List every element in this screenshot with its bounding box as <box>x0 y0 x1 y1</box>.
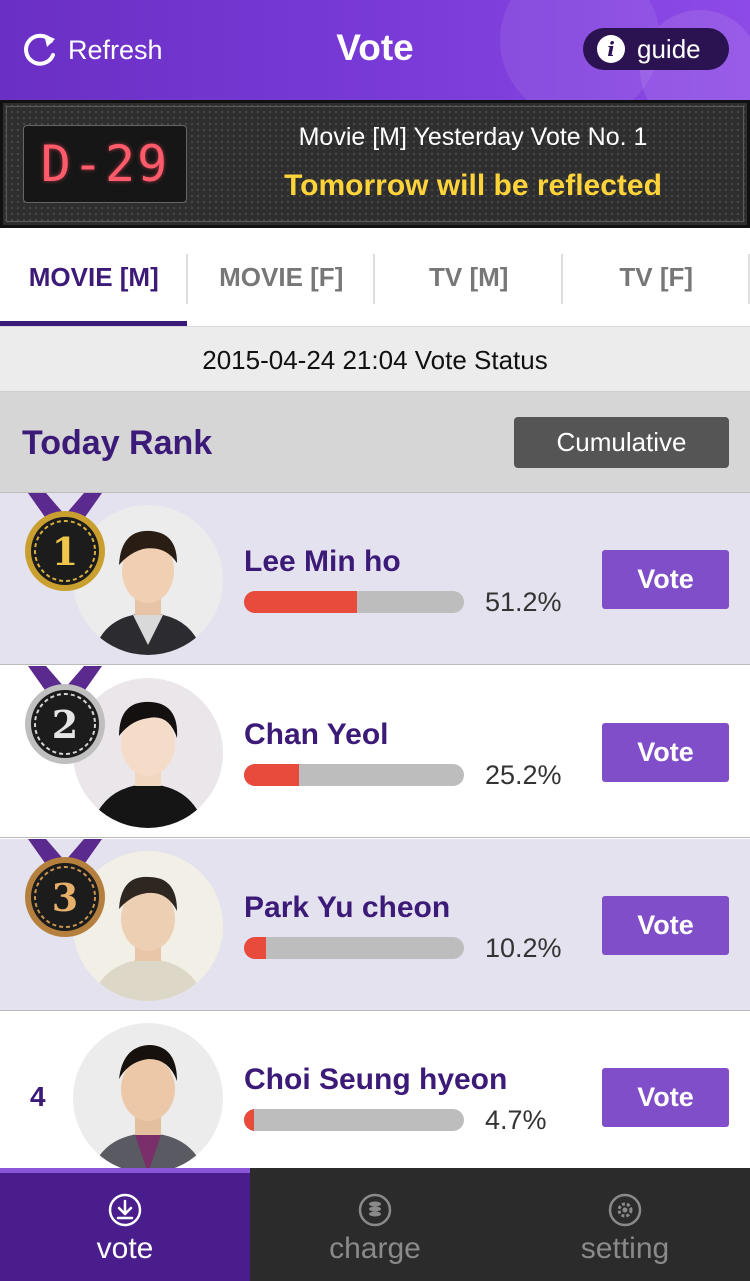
cumulative-button[interactable]: Cumulative <box>514 417 729 468</box>
nav-label: vote <box>96 1232 154 1265</box>
tab-label: TV [F] <box>619 261 694 292</box>
vote-progress-fill <box>244 764 300 786</box>
vote-button[interactable]: Vote <box>602 723 729 782</box>
vote-progress-fill <box>244 591 357 613</box>
vote-progress-bar <box>244 764 464 786</box>
medal-number: 1 <box>52 529 78 574</box>
nav-charge[interactable]: charge <box>250 1168 500 1281</box>
vote-button[interactable]: Vote <box>602 896 729 955</box>
gold-medal-icon: 1 <box>25 493 105 591</box>
nav-label: charge <box>329 1232 421 1265</box>
tab-label: TV [M] <box>429 261 509 292</box>
bottom-navigation: vote charge setting <box>0 1168 750 1281</box>
tab-tv-m[interactable]: TV [M] <box>375 228 563 326</box>
tab-tv-f[interactable]: TV [F] <box>563 228 750 326</box>
candidate-name: Lee Min ho <box>244 545 401 578</box>
avatar <box>73 1023 223 1173</box>
vote-percent: 25.2% <box>485 760 562 790</box>
download-circle-icon <box>108 1193 142 1227</box>
vote-progress-fill <box>244 1109 255 1131</box>
candidate-name: Choi Seung hyeon <box>244 1063 508 1096</box>
medal-number: 3 <box>52 875 78 920</box>
info-icon: i <box>597 35 625 63</box>
nav-setting[interactable]: setting <box>500 1168 750 1281</box>
rank-number: 4 <box>30 1081 46 1112</box>
rank-row-3: 3 Park Yu cheon 10.2% Vote <box>0 839 750 1011</box>
vote-progress-bar <box>244 591 464 613</box>
dday-counter: D-29 <box>23 125 187 203</box>
rank-title: Today Rank <box>22 424 213 462</box>
guide-button[interactable]: i guide <box>583 28 729 70</box>
vote-progress-bar <box>244 1109 464 1131</box>
tab-label: MOVIE [M] <box>28 261 159 292</box>
vote-percent: 4.7% <box>485 1105 547 1135</box>
vote-progress-bar <box>244 937 464 959</box>
tab-movie-f[interactable]: MOVIE [F] <box>188 228 375 326</box>
candidate-name: Chan Yeol <box>244 718 389 751</box>
candidate-name: Park Yu cheon <box>244 891 451 924</box>
rank-row-1: 1 Lee Min ho 51.2% Vote <box>0 493 750 665</box>
bronze-medal-icon: 3 <box>25 839 105 937</box>
app-header: Refresh Vote i guide <box>0 0 750 100</box>
category-tabs: MOVIE [M] MOVIE [F] TV [M] TV [F] <box>0 228 750 328</box>
coin-stack-icon <box>358 1193 392 1227</box>
vote-progress-fill <box>244 937 267 959</box>
vote-status-bar: 2015-04-24 21:04 Vote Status <box>0 326 750 392</box>
rank-row-2: 2 Chan Yeol 25.2% Vote <box>0 666 750 838</box>
nav-label: setting <box>580 1232 670 1265</box>
vote-button[interactable]: Vote <box>602 550 729 609</box>
vote-percent: 10.2% <box>485 933 562 963</box>
tab-movie-m[interactable]: MOVIE [M] <box>0 228 188 328</box>
banner-highlight: Tomorrow will be reflected <box>284 169 662 202</box>
rank-row-4: 4 Choi Seung hyeon 4.7% Vote <box>0 1011 750 1183</box>
dday-banner: D-29 Movie [M] Yesterday Vote No. 1 Tomo… <box>0 100 750 228</box>
banner-subtitle: Movie [M] Yesterday Vote No. 1 <box>298 123 648 151</box>
gear-icon <box>608 1193 642 1227</box>
medal-number: 2 <box>52 702 78 747</box>
nav-vote[interactable]: vote <box>0 1168 250 1281</box>
vote-percent: 51.2% <box>485 587 562 617</box>
tab-label: MOVIE [F] <box>219 261 344 292</box>
rank-header: Today Rank Cumulative <box>0 392 750 493</box>
vote-button[interactable]: Vote <box>602 1068 729 1127</box>
silver-medal-icon: 2 <box>25 666 105 764</box>
guide-label: guide <box>637 33 701 64</box>
